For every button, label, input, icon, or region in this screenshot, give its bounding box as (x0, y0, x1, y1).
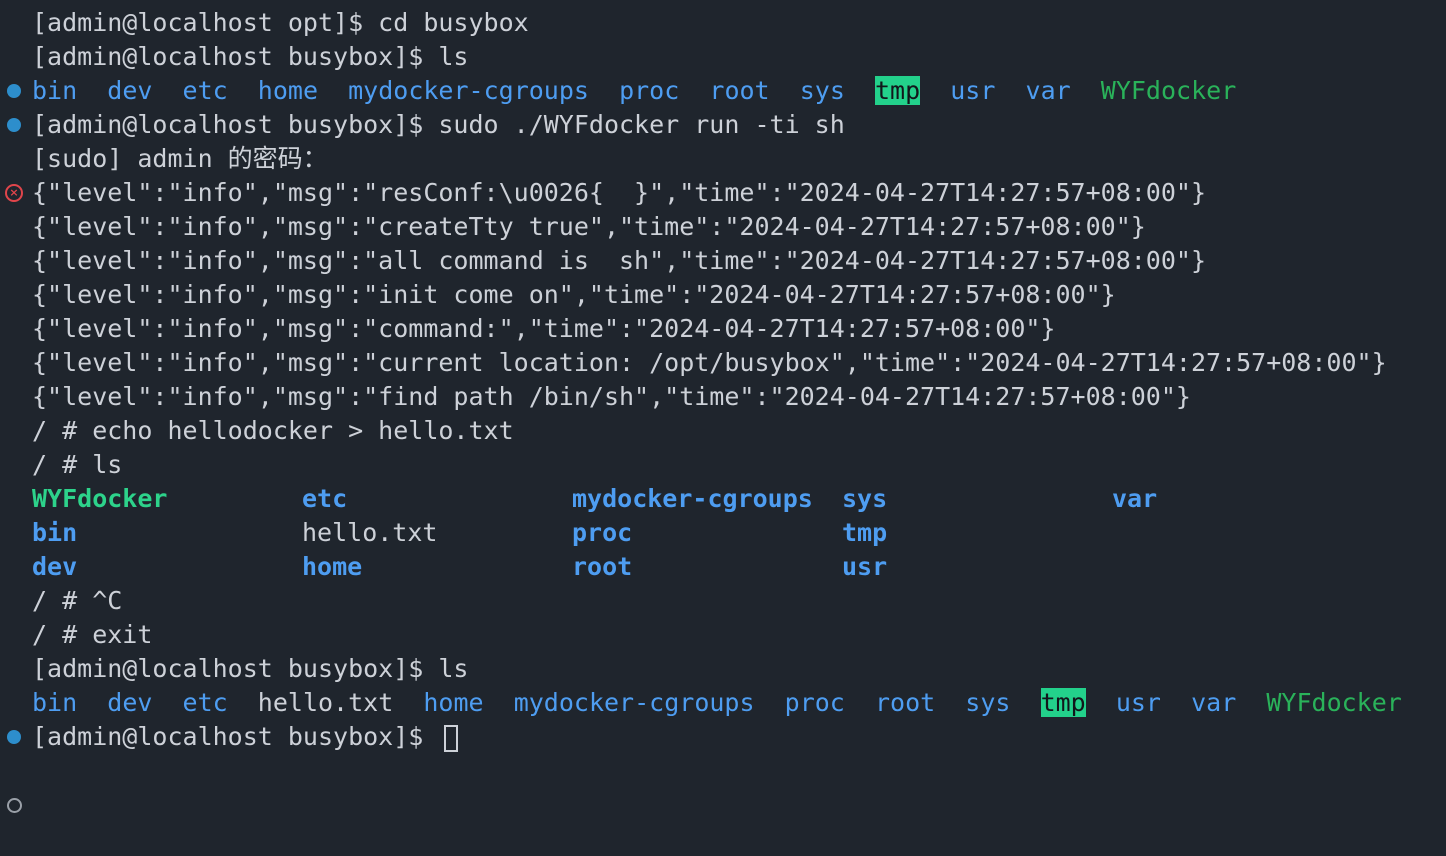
ls-item: etc (182, 76, 228, 105)
ls-item: var (1112, 484, 1158, 513)
ls-item: var (1191, 688, 1237, 717)
ls-item: root (572, 552, 633, 581)
output-line: / # exit (32, 620, 153, 649)
ls-item: hello.txt (257, 688, 394, 717)
command-text: [admin@localhost opt]$ cd busybox (32, 8, 529, 37)
hollow-circle-icon[interactable] (0, 788, 28, 822)
ls-item: dev (107, 76, 153, 105)
ls-item: mydocker-cgroups (513, 688, 755, 717)
output-line: {"level":"info","msg":"all command is sh… (32, 246, 1206, 275)
ls-item: etc (302, 484, 348, 513)
ls-item: tmp (842, 518, 888, 547)
ls-item: sys (965, 688, 1011, 717)
ls-item: WYFdocker (32, 484, 168, 513)
output-line: {"level":"info","msg":"createTty true","… (32, 212, 1146, 241)
ls-item: WYFdocker (1266, 688, 1402, 717)
ls-item: proc (572, 518, 633, 547)
ls-item: root (709, 76, 770, 105)
ls-item: tmp (1040, 688, 1086, 717)
prompt-text: [admin@localhost busybox]$ (32, 722, 439, 751)
output-line: / # echo hellodocker > hello.txt (32, 416, 514, 445)
terminal-line: [admin@localhost busybox]$ (0, 720, 1446, 813)
ls-item: dev (107, 688, 153, 717)
command-text: [admin@localhost busybox]$ ls (32, 42, 469, 71)
ls-output: bin dev etc home mydocker-cgroups proc r… (0, 74, 1446, 108)
command-text: [admin@localhost busybox]$ ls (32, 654, 469, 683)
ls-item: WYFdocker (1100, 76, 1237, 105)
ls-item: home (257, 76, 319, 105)
ls-item: home (423, 688, 484, 717)
terminal-line: × [admin@localhost busybox]$ sudo ./WYFd… (0, 108, 1446, 202)
ls-grid-row: bin hello.txt proc tmp (0, 516, 1446, 550)
ls-item: usr (950, 76, 996, 105)
ls-item: home (302, 552, 363, 581)
output-line: {"level":"info","msg":"init come on","ti… (32, 280, 1116, 309)
command-text: [admin@localhost busybox]$ sudo ./WYFdoc… (32, 110, 845, 139)
ls-output: bin dev etc hello.txt home mydocker-cgro… (0, 686, 1446, 720)
ls-item: tmp (874, 76, 921, 105)
ls-item: hello.txt (302, 518, 438, 547)
ls-item: usr (842, 552, 888, 581)
ls-item: sys (842, 484, 888, 513)
ls-item: bin (32, 688, 78, 717)
output-line: {"level":"info","msg":"command:","time":… (32, 314, 1056, 343)
text-cursor[interactable] (444, 724, 459, 752)
ls-item: root (874, 688, 936, 717)
output-line: {"level":"info","msg":"find path /bin/sh… (32, 382, 1191, 411)
terminal[interactable]: [admin@localhost opt]$ cd busybox [admin… (0, 0, 1446, 813)
terminal-line: [admin@localhost busybox]$ ls (0, 652, 1446, 744)
ls-item: usr (1115, 688, 1161, 717)
ls-item: bin (32, 518, 78, 547)
ls-grid-row: WYFdocker etc mydocker-cgroups sys var (0, 482, 1446, 516)
ls-grid-row: dev home root usr (0, 550, 1446, 584)
ls-item: dev (32, 552, 78, 581)
terminal-line: [admin@localhost opt]$ cd busybox (0, 6, 1446, 98)
output-line: [sudo] admin 的密码： (32, 144, 328, 173)
ls-item: etc (182, 688, 228, 717)
output-line: / # ls (32, 450, 123, 479)
output-line: {"level":"info","msg":"resConf:\u0026{ }… (32, 178, 1206, 207)
output-line: {"level":"info","msg":"current location:… (32, 348, 1387, 377)
output-line: / # ^C (32, 586, 123, 615)
terminal-line: [admin@localhost busybox]$ ls (0, 40, 1446, 132)
ls-item: sys (799, 76, 845, 105)
ls-item: proc (784, 688, 845, 717)
ls-item: mydocker-cgroups (572, 484, 813, 513)
ls-item: mydocker-cgroups (348, 76, 589, 105)
ls-item: bin (32, 76, 78, 105)
ls-item: proc (619, 76, 680, 105)
ls-item: var (1025, 76, 1071, 105)
